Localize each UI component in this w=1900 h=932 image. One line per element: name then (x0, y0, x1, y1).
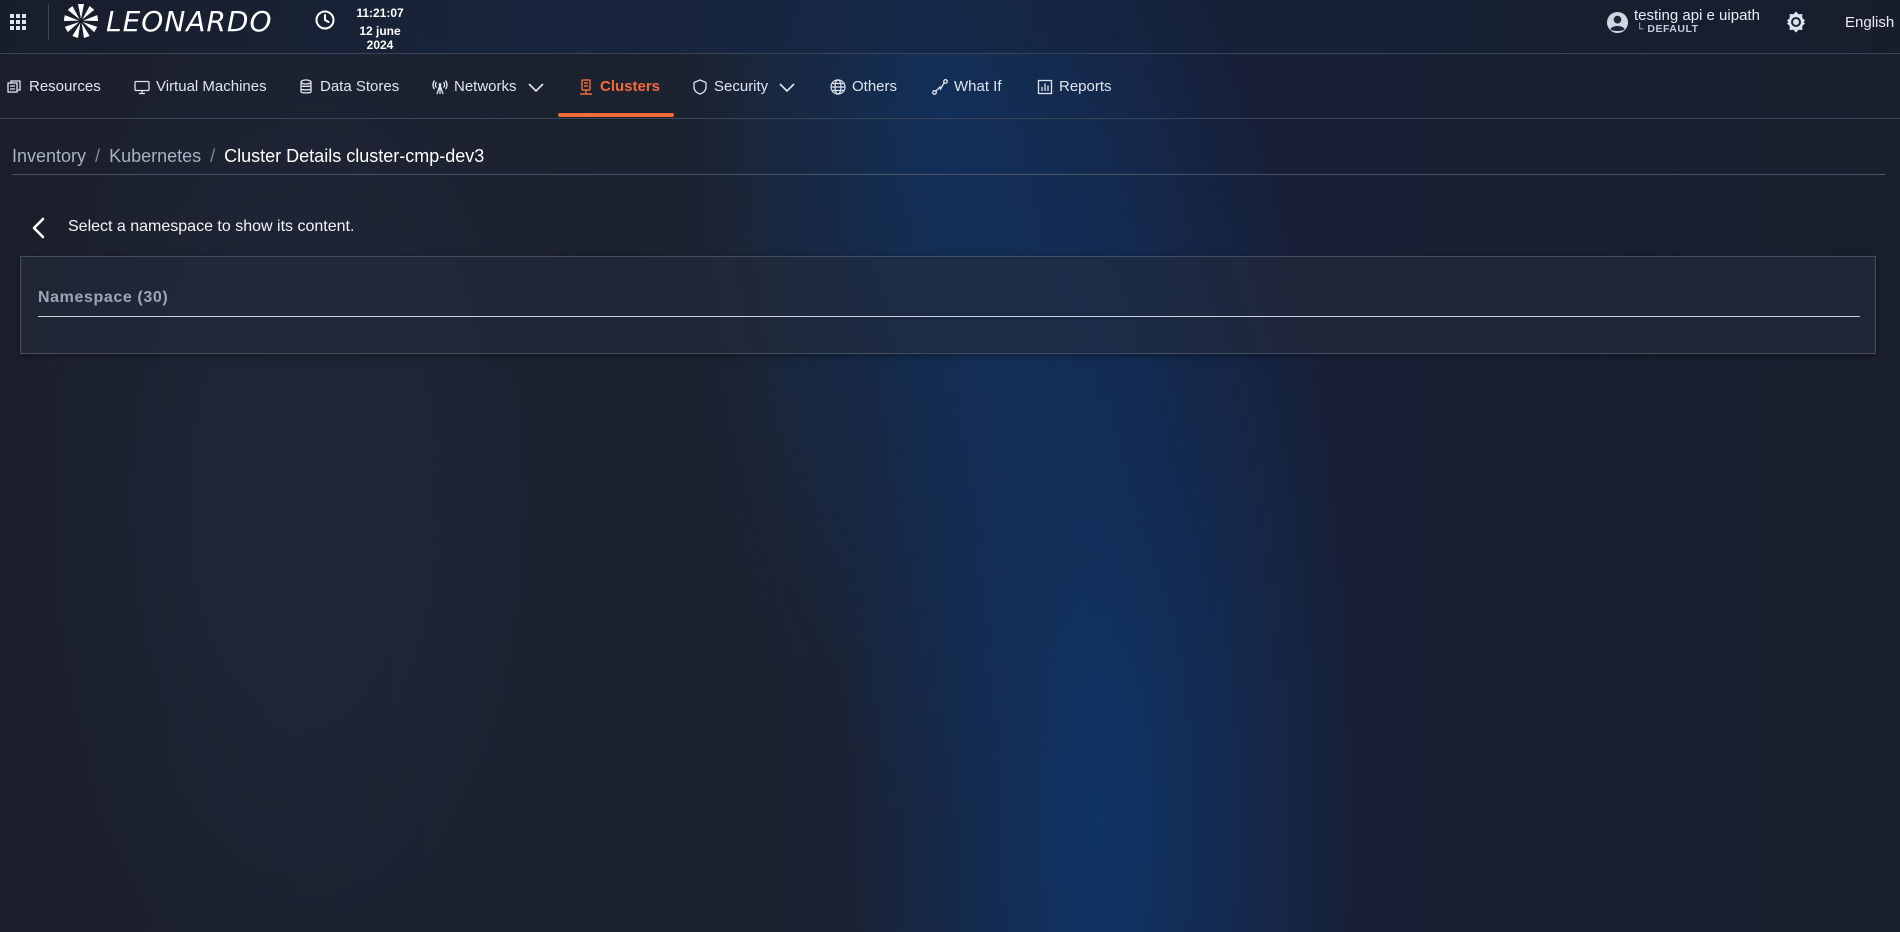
chevron-down-icon (778, 81, 796, 93)
resources-icon (7, 79, 23, 95)
namespace-select-label: Namespace (30) (38, 289, 169, 306)
divider (48, 4, 49, 40)
cluster-icon (578, 78, 594, 95)
breadcrumb-separator: / (210, 146, 216, 166)
nav-label: Reports (1059, 78, 1112, 95)
breadcrumb-separator: / (95, 146, 101, 166)
active-tab-indicator (558, 113, 674, 117)
nav-label: Others (852, 78, 898, 95)
globe-icon (830, 78, 846, 95)
nav-item-resources[interactable]: Resources (7, 55, 101, 118)
clock-time: 11:21:07 (356, 6, 404, 20)
nav-item-others[interactable]: Others (830, 55, 897, 118)
namespace-panel: Namespace (30) (20, 256, 1876, 354)
grid-apps-icon[interactable] (9, 13, 27, 31)
brand-logo[interactable]: LEONARDO (64, 2, 272, 40)
nav-item-security[interactable]: Security (692, 55, 796, 118)
nav-label: Virtual Machines (156, 78, 267, 95)
account-circle-icon[interactable] (1606, 11, 1629, 34)
nav-item-clusters[interactable]: Clusters (578, 55, 660, 118)
brand-name: LEONARDO (106, 4, 273, 38)
chevron-down-icon (527, 81, 545, 93)
nav-item-reports[interactable]: Reports (1037, 55, 1112, 118)
breadcrumb-kubernetes[interactable]: Kubernetes (109, 146, 201, 167)
nav-label: What If (954, 78, 1002, 95)
report-icon (1037, 79, 1053, 95)
chevron-left-icon[interactable] (28, 216, 50, 240)
main-nav: Resources Virtual Machines Data Stores N… (0, 55, 1900, 119)
nav-item-networks[interactable]: Networks (432, 55, 545, 118)
page-title: Cluster Details cluster-cmp-dev3 (224, 146, 485, 166)
language-selector[interactable]: English (1845, 14, 1894, 31)
clock-date: 12 june 2024 (359, 24, 401, 52)
antenna-icon (432, 79, 448, 95)
breadcrumb: Inventory / Kubernetes / Cluster Details… (12, 146, 484, 167)
nav-label: Security (714, 78, 769, 95)
nav-label: Networks (454, 78, 517, 95)
nav-item-virtual-machines[interactable]: Virtual Machines (134, 55, 267, 118)
user-tenant: └ DEFAULT (1636, 23, 1699, 35)
path-icon (932, 78, 948, 95)
user-name[interactable]: testing api e uipath (1634, 7, 1760, 24)
shield-icon (692, 78, 708, 95)
nav-label: Resources (29, 78, 101, 95)
divider (12, 174, 1885, 175)
clock-icon (314, 9, 336, 31)
breadcrumb-inventory[interactable]: Inventory (12, 146, 86, 167)
leonardo-logo-icon (64, 2, 98, 40)
nav-label: Data Stores (320, 78, 400, 95)
nav-label: Clusters (600, 78, 661, 95)
database-icon (298, 78, 314, 95)
nav-item-what-if[interactable]: What If (932, 55, 1002, 118)
namespace-hint: Select a namespace to show its content. (68, 218, 355, 235)
namespace-select[interactable]: Namespace (30) (38, 279, 1860, 317)
nav-item-data-stores[interactable]: Data Stores (298, 55, 399, 118)
monitor-icon (134, 79, 150, 95)
brightness-icon[interactable] (1784, 10, 1808, 34)
top-bar: LEONARDO 11:21:07 12 june 2024 testing a… (0, 0, 1900, 54)
